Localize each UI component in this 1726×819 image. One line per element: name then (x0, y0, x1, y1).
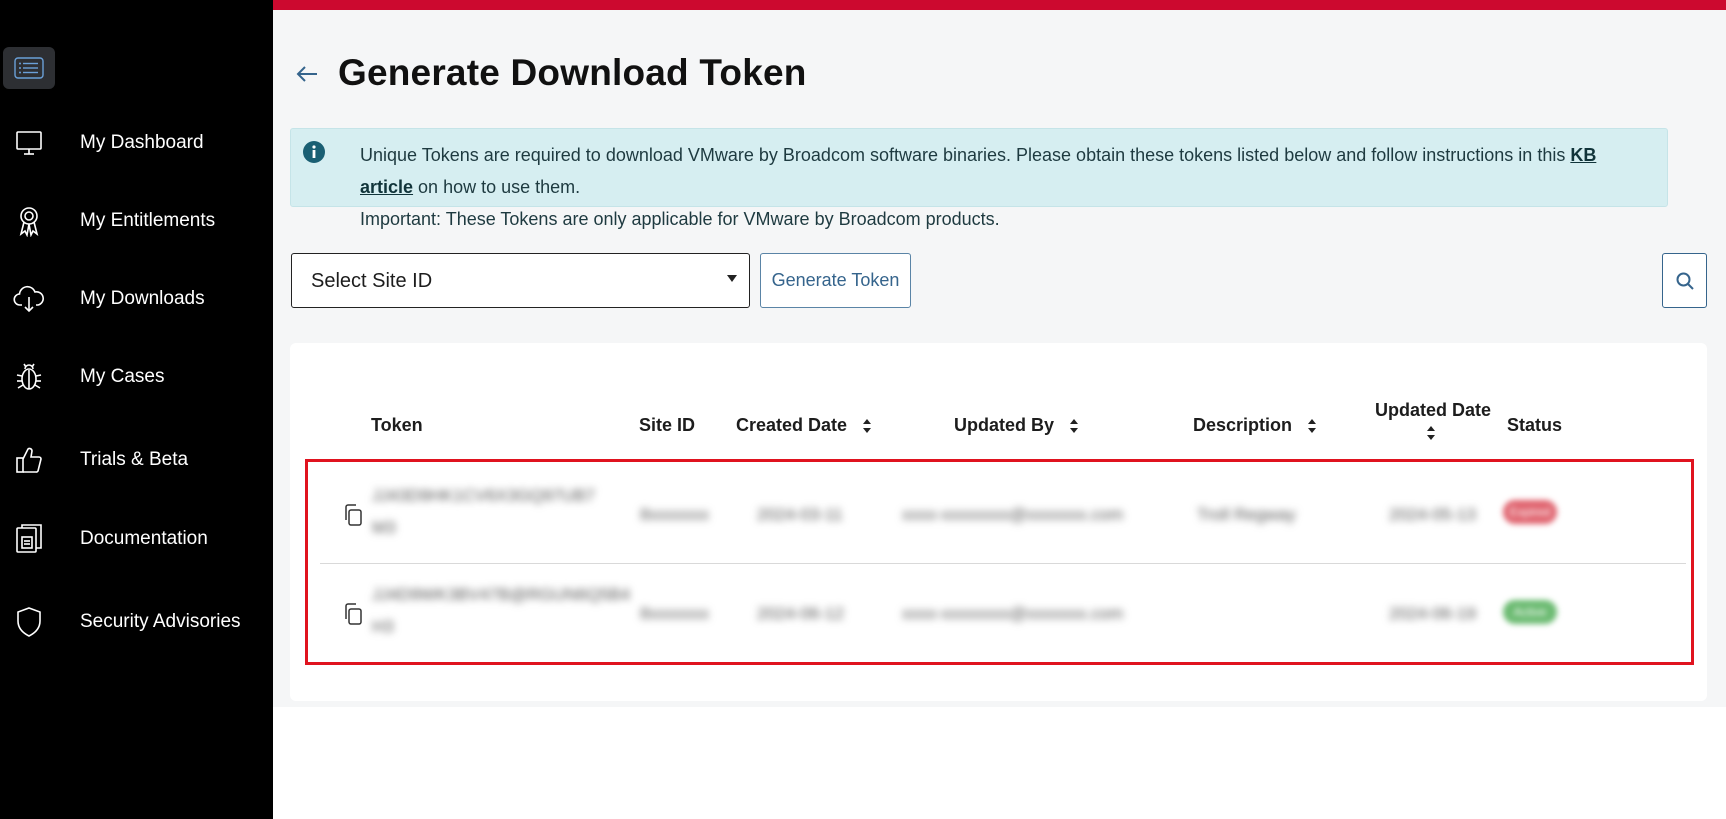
info-banner-text: Unique Tokens are required to download V… (360, 139, 1650, 235)
token-line: JJ4D9WK3BV47B@RGUN6Q5B4 (372, 585, 631, 604)
chevron-down-icon (727, 275, 737, 282)
sidebar: My Dashboard My Entitlements My Download… (0, 0, 273, 819)
token-line: H3 (372, 617, 394, 636)
updated-by-value: xxxx-xxxxxxxx@xxxxxxx.com (902, 505, 1124, 524)
column-header-created-date[interactable]: Created Date (736, 415, 872, 436)
sidebar-item-label: Security Advisories (80, 611, 241, 632)
site-id-value: 8xxxxxxx (640, 604, 709, 623)
banner-text: Unique Tokens are required to download V… (360, 145, 1571, 165)
sidebar-item-security-advisories[interactable]: Security Advisories (0, 594, 273, 650)
status-badge: Active (1503, 600, 1557, 624)
column-header-status: Status (1507, 415, 1563, 435)
banner-text: on how to use them. (413, 177, 581, 197)
sidebar-item-label: My Cases (80, 366, 165, 387)
sidebar-item-my-cases[interactable]: My Cases (0, 349, 273, 405)
description-value: Troll Regway (1197, 505, 1296, 524)
sort-icon (1427, 426, 1435, 440)
column-header-description[interactable]: Description (1193, 415, 1317, 436)
tokens-table: Token Site ID Created Date Updated By De… (290, 343, 1707, 701)
copy-icon (345, 504, 362, 526)
back-button[interactable] (293, 60, 321, 88)
sidebar-item-label: Trials & Beta (80, 449, 189, 470)
page-title: Generate Download Token (338, 52, 807, 93)
site-id-select-value: Select Site ID (311, 270, 433, 292)
info-icon (303, 141, 325, 163)
site-id-select[interactable]: Select Site ID (291, 253, 750, 308)
sidebar-item-label: My Dashboard (80, 132, 204, 153)
thumbs-up-icon (12, 443, 46, 477)
column-header-label: Description (1193, 415, 1293, 435)
created-date-value: 2024-06-12 (757, 604, 844, 623)
sidebar-item-my-dashboard[interactable]: My Dashboard (0, 115, 273, 171)
token-value: JJ43D9HK1CV6X3GQ97UB7 M3 (372, 480, 595, 544)
sidebar-item-label: My Entitlements (80, 210, 216, 231)
sidebar-item-label: Documentation (80, 528, 208, 549)
column-header-updated-by[interactable]: Updated By (954, 415, 1079, 436)
sort-icon (1070, 419, 1079, 434)
generate-token-button[interactable]: Generate Token (760, 253, 911, 308)
updated-date-value: 2024-05-13 (1389, 505, 1476, 524)
updated-date-value: 2024-06-19 (1389, 604, 1476, 623)
row-divider (320, 563, 1686, 564)
menu-toggle-button[interactable] (3, 47, 55, 89)
sidebar-item-label: My Downloads (80, 288, 205, 309)
column-header-label: Updated Date (1375, 400, 1492, 420)
token-line: M3 (372, 518, 396, 537)
sidebar-item-documentation[interactable]: Documentation (0, 511, 273, 567)
column-header-token: Token (371, 415, 423, 435)
column-header-label: Created Date (736, 415, 848, 435)
token-line: JJ43D9HK1CV6X3GQ97UB7 (372, 486, 596, 505)
column-header-site-id: Site ID (639, 415, 696, 435)
created-date-value: 2024-03-11 (757, 505, 843, 524)
arrow-left-icon (296, 66, 317, 82)
accent-bar (273, 0, 1726, 10)
token-value: JJ4D9WK3BV47B@RGUN6Q5B4 H3 (372, 579, 630, 643)
sort-icon (863, 419, 872, 434)
shield-icon (12, 605, 46, 639)
search-button[interactable] (1662, 253, 1707, 308)
document-icon (12, 522, 46, 556)
sort-icon (1308, 419, 1317, 434)
menu-list-icon (14, 57, 44, 79)
updated-by-value: xxxx-xxxxxxxx@xxxxxxx.com (902, 604, 1124, 623)
status-badge: Expired (1503, 500, 1557, 524)
cloud-download-icon (12, 282, 46, 316)
main-content: Generate Download Token Unique Tokens ar… (273, 0, 1726, 819)
copy-token-button[interactable] (341, 601, 365, 627)
site-id-value: 8xxxxxxx (640, 505, 709, 524)
bug-icon (12, 360, 46, 394)
banner-important-text: Important: These Tokens are only applica… (360, 209, 1000, 229)
info-banner: Unique Tokens are required to download V… (290, 128, 1668, 229)
monitor-icon (12, 126, 46, 160)
sidebar-item-trials-beta[interactable]: Trials & Beta (0, 432, 273, 488)
search-icon (1676, 272, 1694, 290)
column-header-updated-date[interactable]: Updated Date (1375, 400, 1492, 446)
copy-icon (345, 603, 362, 625)
award-ribbon-icon (12, 204, 46, 238)
sidebar-item-my-downloads[interactable]: My Downloads (0, 271, 273, 327)
copy-token-button[interactable] (341, 502, 365, 528)
column-header-label: Updated By (954, 415, 1055, 435)
sidebar-item-my-entitlements[interactable]: My Entitlements (0, 193, 273, 249)
